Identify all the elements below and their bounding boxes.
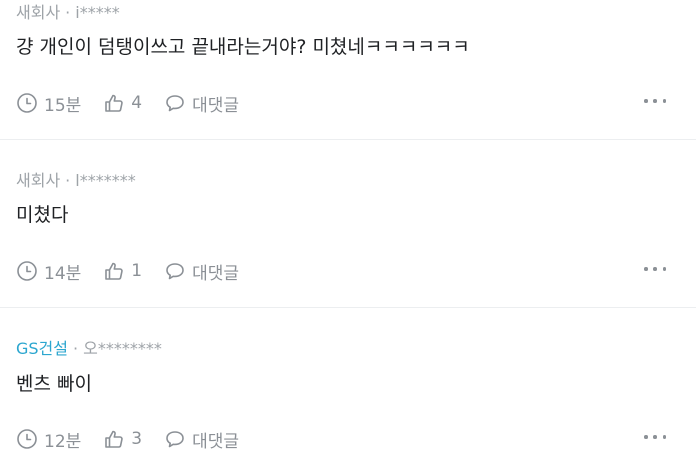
time-label: 14분 (44, 263, 82, 284)
user-name[interactable]: l******* (75, 171, 135, 190)
like-button[interactable]: 1 (103, 260, 142, 282)
like-count: 3 (131, 429, 143, 449)
thumbs-up-icon (105, 94, 124, 112)
meta-separator: · (65, 3, 71, 22)
user-name[interactable]: i***** (75, 3, 119, 22)
more-dots-icon[interactable] (644, 256, 666, 282)
comment-text: 벤츠 빠이 (16, 373, 92, 395)
like-button[interactable]: 4 (103, 92, 142, 114)
reply-button[interactable]: 대댓글 (164, 259, 239, 284)
company-name[interactable]: 새회사 (16, 171, 60, 190)
time-label: 15분 (44, 95, 82, 116)
reply-label: 대댓글 (192, 263, 240, 284)
reply-button[interactable]: 대댓글 (164, 91, 239, 116)
comment-meta: 새회사 · l******* (16, 170, 136, 192)
like-count: 1 (131, 261, 143, 281)
more-dots-icon[interactable] (644, 88, 666, 114)
time-label: 12분 (44, 431, 82, 452)
speech-bubble-icon (166, 95, 184, 112)
clock-icon (17, 261, 37, 281)
comment-item: 새회사 · i***** 걍 개인이 덤탱이쓰고 끝내라는거야? 미쳤네ㅋㅋㅋㅋㅋㅋ… (0, 0, 696, 139)
more-dots-icon[interactable] (644, 424, 666, 450)
reply-label: 대댓글 (192, 431, 240, 452)
time-stamp: 12분 (16, 427, 81, 452)
comment-item: GS건설 · 오******** 벤츠 빠이 12분 3 대댓글 (0, 308, 696, 454)
reply-button[interactable]: 대댓글 (164, 427, 239, 452)
thumbs-up-icon (105, 430, 124, 448)
time-stamp: 15분 (16, 91, 81, 116)
reply-label: 대댓글 (192, 95, 240, 116)
like-button[interactable]: 3 (103, 428, 142, 450)
speech-bubble-icon (166, 263, 184, 280)
comment-meta: GS건설 · 오******** (16, 338, 162, 360)
comment-text: 걍 개인이 덤탱이쓰고 끝내라는거야? 미쳤네ㅋㅋㅋㅋㅋㅋ (16, 36, 470, 58)
company-name[interactable]: 새회사 (16, 3, 60, 22)
user-name[interactable]: 오******** (83, 339, 162, 358)
comment-item: 새회사 · l******* 미쳤다 14분 1 대댓글 (0, 140, 696, 307)
comment-actions: 14분 1 대댓글 (16, 258, 261, 284)
comment-actions: 15분 4 대댓글 (16, 90, 261, 116)
comment-actions: 12분 3 대댓글 (16, 426, 261, 452)
speech-bubble-icon (166, 431, 184, 448)
comment-meta: 새회사 · i***** (16, 2, 120, 24)
like-count: 4 (131, 93, 143, 113)
time-stamp: 14분 (16, 259, 81, 284)
clock-icon (17, 93, 37, 113)
clock-icon (17, 429, 37, 449)
thumbs-up-icon (105, 262, 124, 280)
comment-text: 미쳤다 (16, 204, 69, 226)
company-name[interactable]: GS건설 (16, 339, 68, 358)
meta-separator: · (73, 339, 79, 358)
meta-separator: · (65, 171, 71, 190)
